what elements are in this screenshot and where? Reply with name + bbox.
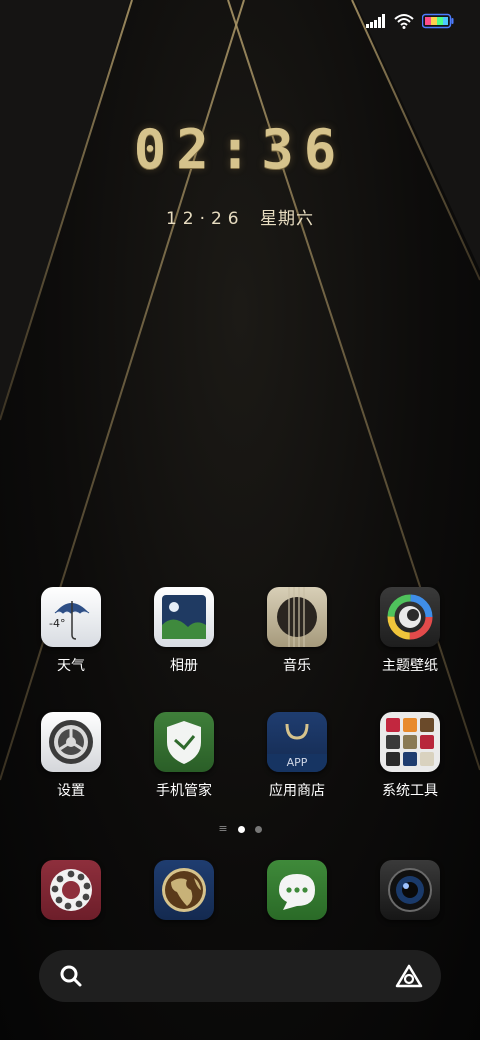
date-weekday: 星期六 [260,209,315,229]
status-bar [366,10,454,32]
shopping-bag-icon: APP [267,712,327,772]
dock-phone[interactable] [15,860,127,920]
app-label: 音乐 [283,658,311,674]
message-icon [267,860,327,920]
app-phone-manager[interactable]: 手机管家 [128,712,240,800]
wifi-icon [394,14,414,29]
app-label: 相册 [170,658,198,674]
camera-icon [380,860,440,920]
app-store[interactable]: APP 应用商店 [241,712,353,800]
app-label: 天气 [57,658,85,674]
app-label: 系统工具 [382,783,438,799]
battery-icon [422,13,454,29]
globe-icon [154,860,214,920]
home-screen: 02:36 12·26 星期六 -4° 天气 相册 音乐 主题壁纸 设置 手机管… [0,0,480,1040]
dock-browser[interactable] [128,860,240,920]
search-icon[interactable] [59,964,83,988]
weather-icon: -4° [41,587,101,647]
date-day: 12·26 [165,209,245,229]
app-gallery[interactable]: 相册 [128,587,240,675]
folder-icon [380,712,440,772]
gear-icon [41,712,101,772]
search-bar[interactable] [39,950,441,1002]
page-list-icon: ≡ [218,822,228,835]
clock-time[interactable]: 02:36 [0,118,480,181]
gallery-icon [154,587,214,647]
dock-messages[interactable] [241,860,353,920]
app-label: 应用商店 [269,783,325,799]
clock-date: 12·26 星期六 [0,204,480,229]
guitar-icon [267,587,327,647]
assistant-icon[interactable] [395,963,423,989]
page-indicator[interactable]: ≡ [0,822,480,835]
app-system-tools[interactable]: 系统工具 [354,712,466,800]
app-settings[interactable]: 设置 [15,712,127,800]
theme-icon [380,587,440,647]
app-music[interactable]: 音乐 [241,587,353,675]
app-label: 设置 [57,783,85,799]
rotary-phone-icon [41,860,101,920]
app-weather[interactable]: -4° 天气 [15,587,127,675]
page-dot-active [237,825,245,833]
shield-icon [154,712,214,772]
store-badge: APP [286,756,308,769]
dock-camera[interactable] [354,860,466,920]
app-label: 手机管家 [156,783,212,799]
page-dot [254,825,262,833]
app-label: 主题壁纸 [382,658,438,674]
signal-icon [366,14,385,28]
app-theme[interactable]: 主题壁纸 [354,587,466,675]
weather-temp: -4° [49,617,66,630]
